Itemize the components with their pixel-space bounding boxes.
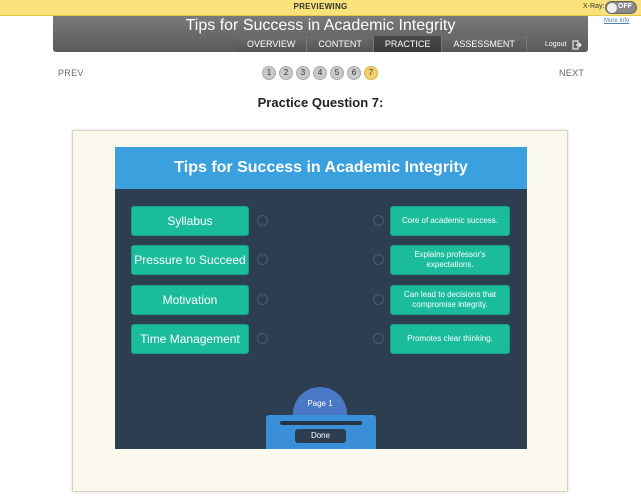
next-link[interactable]: NEXT — [559, 68, 584, 78]
more-info-link[interactable]: More Info — [604, 18, 629, 24]
definition-text: Can lead to decisions that compromise in… — [403, 290, 497, 309]
xray-label: X-Ray: — [583, 3, 605, 10]
matching-activity: Tips for Success in Academic Integrity S… — [115, 147, 527, 449]
page-number-current[interactable]: 7 — [364, 66, 378, 80]
slide-header: Tips for Success in Academic Integrity — [115, 147, 527, 189]
page-number[interactable]: 3 — [296, 66, 310, 80]
page-label: Page 1 — [307, 399, 333, 408]
match-term-1[interactable]: Syllabus — [131, 206, 249, 236]
page-number[interactable]: 4 — [313, 66, 327, 80]
xray-state: OFF — [618, 3, 632, 10]
definition-text: Explains professor's expectations. — [414, 250, 486, 269]
match-definition-2[interactable]: Explains professor's expectations. — [390, 245, 510, 275]
match-definition-1[interactable]: Core of academic success. — [390, 206, 510, 236]
preview-bar: PREVIEWING X-Ray: OFF — [0, 0, 641, 16]
definition-text: Promotes clear thinking. — [407, 334, 493, 343]
match-term-2[interactable]: Pressure to Succeed — [131, 245, 249, 275]
preview-label: PREVIEWING — [293, 2, 348, 11]
page-number[interactable]: 6 — [347, 66, 361, 80]
course-header: Tips for Success in Academic Integrity O… — [53, 16, 588, 52]
connector-dot[interactable] — [257, 333, 268, 344]
toggle-knob — [607, 3, 617, 13]
xray-toggle[interactable]: OFF — [605, 1, 637, 14]
tab-content[interactable]: CONTENT — [307, 36, 374, 52]
progress-bar — [280, 421, 362, 425]
match-term-3[interactable]: Motivation — [131, 285, 249, 315]
connector-dot[interactable] — [257, 294, 268, 305]
connector-dot[interactable] — [373, 294, 384, 305]
question-title: Practice Question 7: — [257, 95, 384, 110]
connector-dot[interactable] — [257, 215, 268, 226]
match-definition-4[interactable]: Promotes clear thinking. — [390, 324, 510, 354]
page-number[interactable]: 5 — [330, 66, 344, 80]
connector-dot[interactable] — [373, 215, 384, 226]
question-pager: 1 2 3 4 5 6 7 — [262, 66, 378, 80]
logout-link[interactable]: Logout — [545, 41, 566, 48]
connector-dot[interactable] — [373, 254, 384, 265]
page-number[interactable]: 2 — [279, 66, 293, 80]
done-button[interactable]: Done — [295, 429, 346, 443]
slide-title: Tips for Success in Academic Integrity — [174, 159, 468, 176]
logout-icon[interactable] — [572, 40, 582, 50]
match-term-4[interactable]: Time Management — [131, 324, 249, 354]
tab-practice[interactable]: PRACTICE — [373, 36, 443, 52]
page-panel: Done — [266, 415, 376, 449]
tab-assessment[interactable]: ASSESSMENT — [442, 36, 527, 52]
tab-overview[interactable]: OVERVIEW — [236, 36, 308, 52]
definition-text: Core of academic success. — [401, 216, 499, 225]
page-number[interactable]: 1 — [262, 66, 276, 80]
prev-link[interactable]: PREV — [58, 68, 84, 78]
match-definition-3[interactable]: Can lead to decisions that compromise in… — [390, 285, 510, 315]
connector-dot[interactable] — [257, 254, 268, 265]
main-nav: OVERVIEW CONTENT PRACTICE ASSESSMENT — [236, 36, 527, 52]
connector-dot[interactable] — [373, 333, 384, 344]
course-title: Tips for Success in Academic Integrity — [185, 17, 456, 34]
